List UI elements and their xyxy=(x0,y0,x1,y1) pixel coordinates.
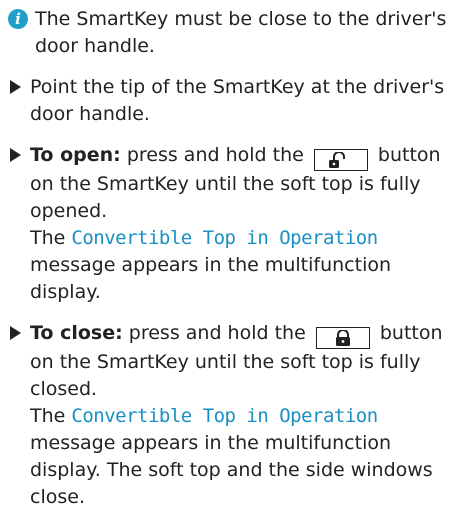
step-label: To close: xyxy=(30,322,123,344)
step-label: To open: xyxy=(30,144,121,166)
result-prefix: The xyxy=(30,227,66,249)
display-message: Convertible Top in Operation xyxy=(71,405,378,427)
display-message: Convertible Top in Operation xyxy=(71,227,378,249)
result-prefix: The xyxy=(30,405,66,427)
step-text-before-key: press and hold the xyxy=(126,144,304,166)
step-result: The Convertible Top in Operation message… xyxy=(30,225,457,306)
bullet-arrow-icon xyxy=(10,326,21,340)
step-body: Point the tip of the SmartKey at the dri… xyxy=(30,74,457,128)
step-instruction: To open: press and hold the button on th… xyxy=(30,142,457,225)
info-note-text: The SmartKey must be close to the driver… xyxy=(35,8,447,57)
lock-icon xyxy=(335,329,350,346)
step-text: Point the tip of the SmartKey at the dri… xyxy=(30,76,445,125)
step-close: To close: press and hold the button on t… xyxy=(8,320,457,511)
info-note: i The SmartKey must be close to the driv… xyxy=(8,6,457,60)
unlock-icon xyxy=(328,151,345,168)
step-text-before-key: press and hold the xyxy=(128,322,306,344)
step-body: To open: press and hold the button on th… xyxy=(30,142,457,306)
key-button-unlock xyxy=(313,149,368,171)
step-instruction: To close: press and hold the button on t… xyxy=(30,320,457,403)
result-suffix: message appears in the multifunction dis… xyxy=(30,254,392,303)
instruction-page: i The SmartKey must be close to the driv… xyxy=(0,0,463,527)
step-result: The Convertible Top in Operation message… xyxy=(30,403,457,511)
result-suffix: message appears in the multifunction dis… xyxy=(30,432,433,508)
info-icon: i xyxy=(8,9,28,29)
bullet-arrow-icon xyxy=(10,80,21,94)
step-body: To close: press and hold the button on t… xyxy=(30,320,457,511)
key-button-lock xyxy=(315,327,370,349)
bullet-arrow-icon xyxy=(10,148,21,162)
step-point-key: Point the tip of the SmartKey at the dri… xyxy=(8,74,457,128)
step-open: To open: press and hold the button on th… xyxy=(8,142,457,306)
